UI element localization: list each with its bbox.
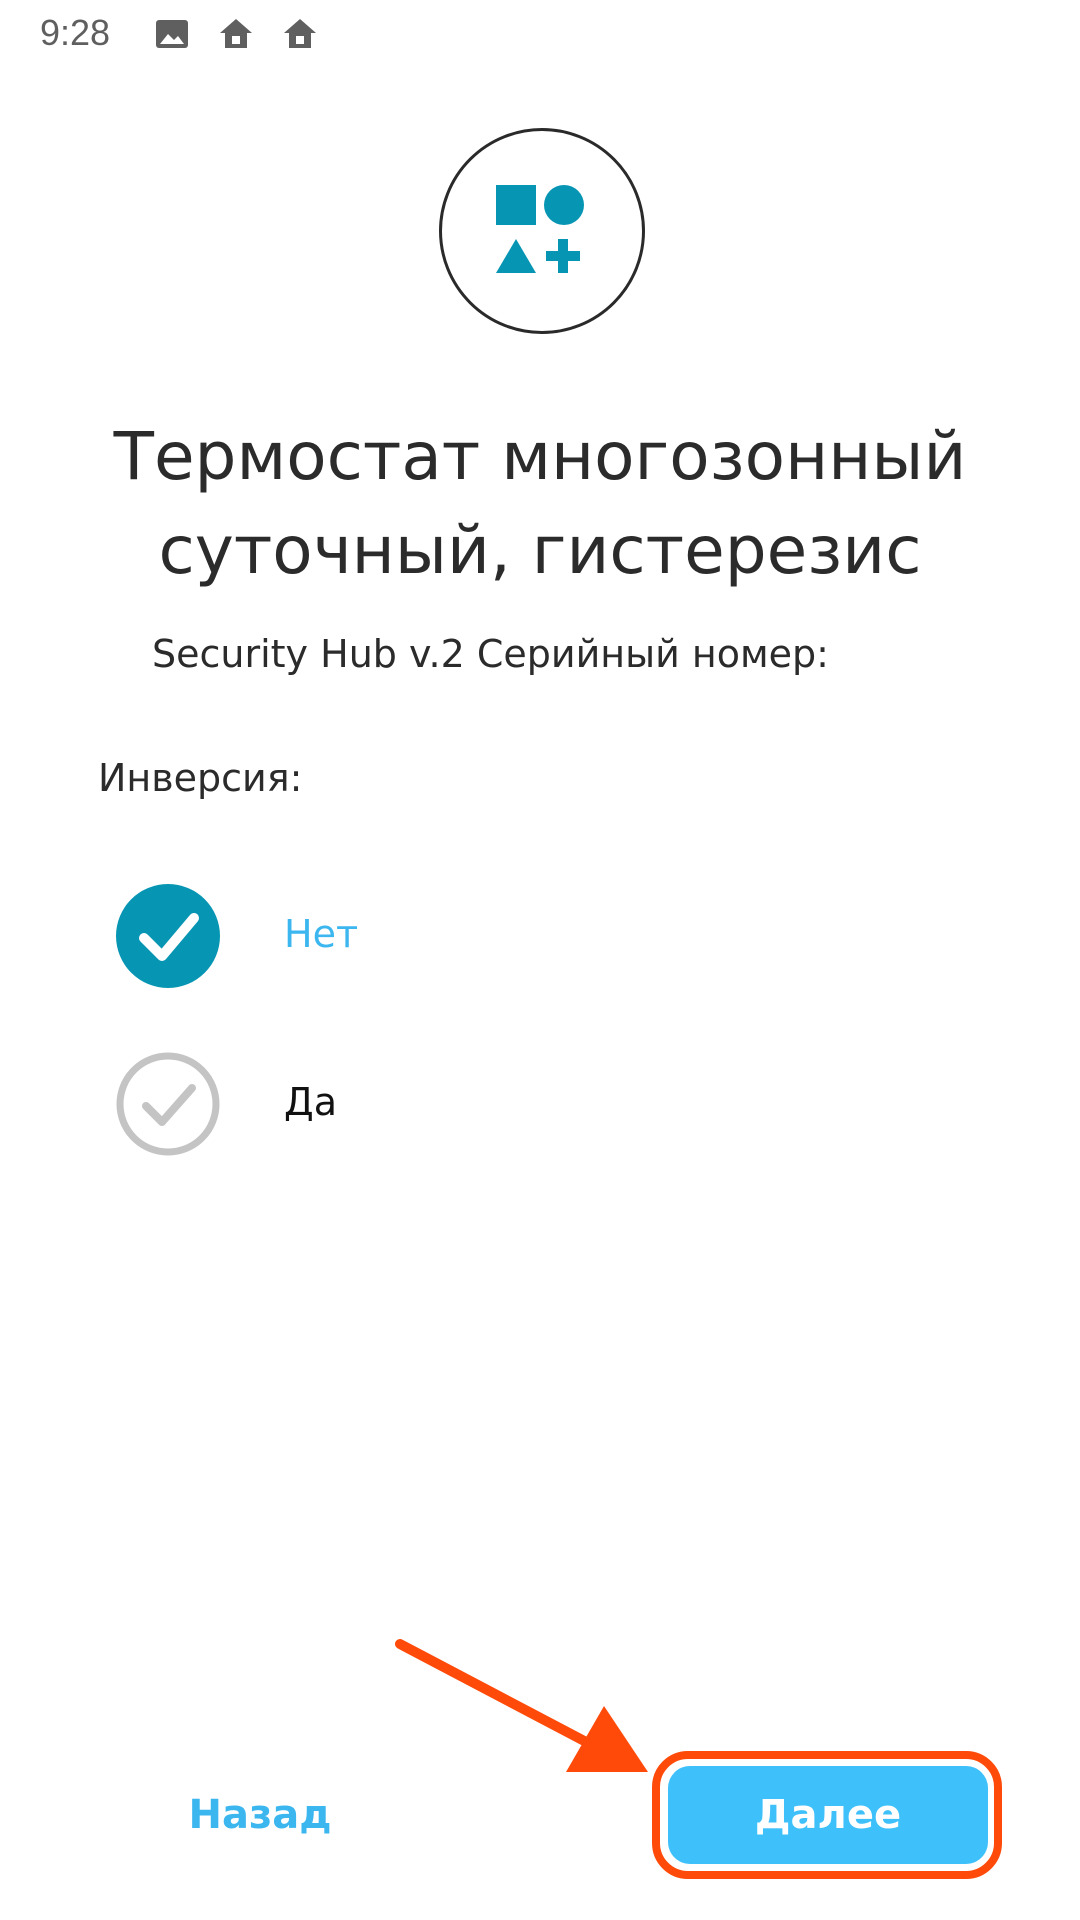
inversion-label: Инверсия:: [98, 756, 303, 800]
check-unselected-icon[interactable]: [114, 1050, 222, 1158]
device-logo: [439, 128, 645, 334]
next-button[interactable]: Далее: [668, 1766, 988, 1864]
back-button[interactable]: Назад: [180, 1780, 340, 1850]
device-title: Термостат многозонный суточный, гистерез…: [113, 418, 967, 589]
status-bar: 9:28: [0, 0, 1080, 70]
arrow-annotation-icon: [395, 1639, 648, 1772]
option-yes[interactable]: Да: [114, 1050, 714, 1160]
status-time: 9:28: [40, 12, 111, 53]
shapes-icon: [496, 185, 584, 273]
home-icon: [218, 16, 254, 52]
home-icon: [282, 16, 318, 52]
check-selected-icon[interactable]: [114, 882, 222, 990]
option-yes-label[interactable]: Да: [284, 1080, 337, 1124]
option-no-label[interactable]: Нет: [284, 912, 358, 956]
serial-number-label: Security Hub v.2 Серийный номер:: [152, 632, 829, 676]
option-no[interactable]: Нет: [114, 882, 714, 992]
image-icon: [154, 16, 190, 52]
